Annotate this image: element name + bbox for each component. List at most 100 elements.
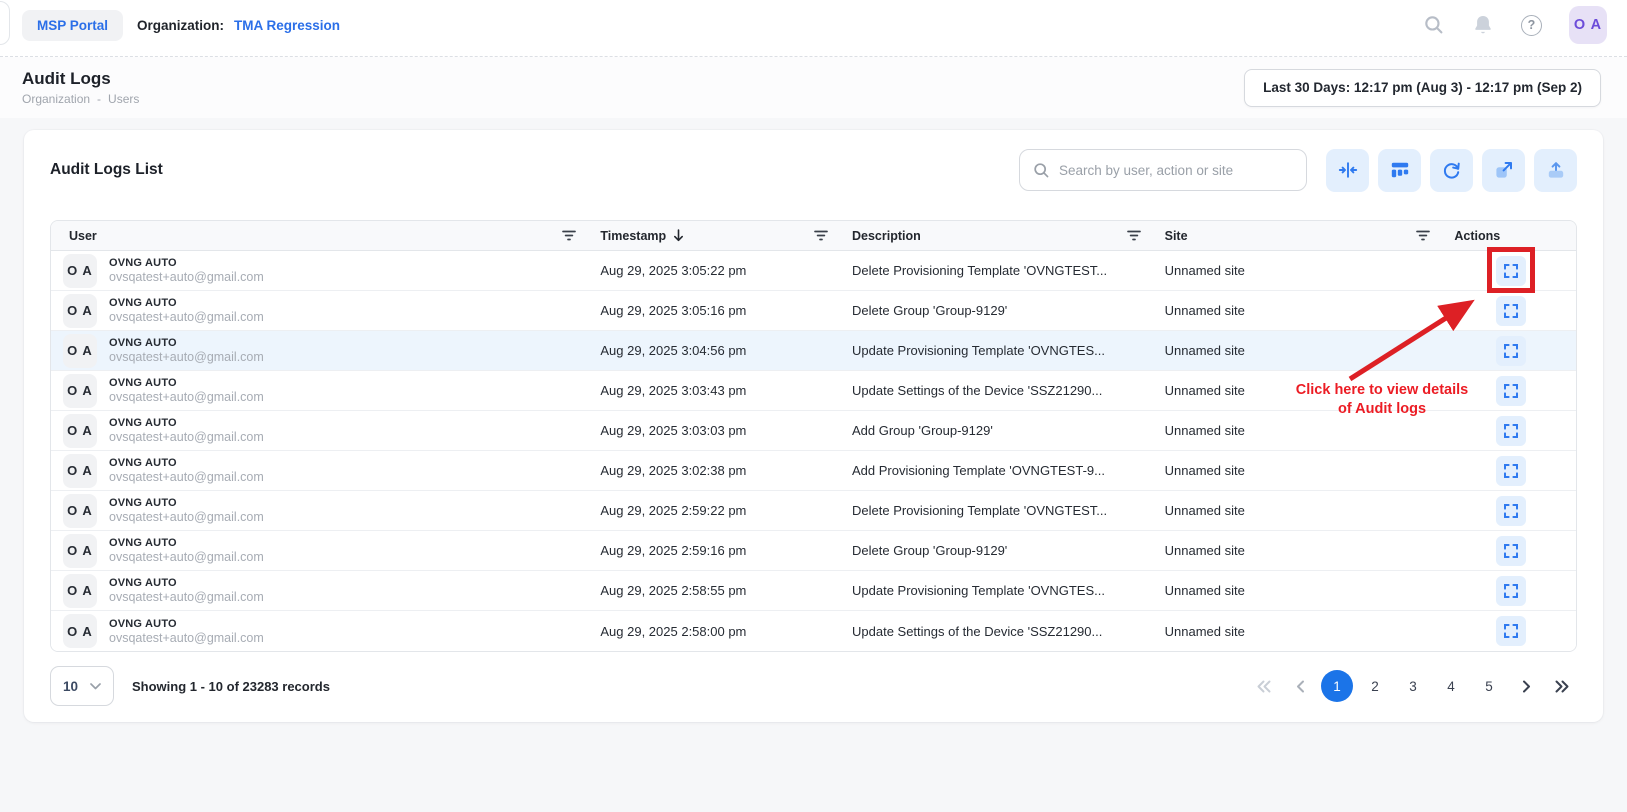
- card-footer: 10 Showing 1 - 10 of 23283 records: [50, 666, 1577, 706]
- user-email: ovsqatest+auto@gmail.com: [109, 550, 264, 564]
- view-details-button[interactable]: [1496, 456, 1526, 486]
- date-range-text: Last 30 Days: 12:17 pm (Aug 3) - 12:17 p…: [1263, 80, 1582, 95]
- timestamp-cell: Aug 29, 2025 3:05:22 pm: [592, 263, 844, 278]
- user-name: OVNG AUTO: [109, 297, 264, 309]
- row-avatar: O A: [63, 454, 97, 488]
- site-cell: Unnamed site: [1157, 303, 1447, 318]
- table-row: O A OVNG AUTO ovsqatest+auto@gmail.com A…: [51, 491, 1576, 531]
- open-in-new-button[interactable]: [1482, 149, 1525, 192]
- column-header-description[interactable]: Description: [844, 221, 1157, 250]
- first-page-button[interactable]: [1249, 671, 1279, 701]
- user-email: ovsqatest+auto@gmail.com: [109, 390, 264, 404]
- view-details-button[interactable]: [1496, 416, 1526, 446]
- page-button-5[interactable]: 5: [1473, 670, 1505, 702]
- column-header-user[interactable]: User: [51, 221, 592, 250]
- user-cell: O A OVNG AUTO ovsqatest+auto@gmail.com: [51, 414, 592, 448]
- site-cell: Unnamed site: [1157, 383, 1447, 398]
- view-details-button[interactable]: [1496, 536, 1526, 566]
- table-header-row: User Timestamp: [51, 221, 1576, 251]
- records-count-text: Showing 1 - 10 of 23283 records: [132, 679, 330, 694]
- row-avatar: O A: [63, 574, 97, 608]
- page-title: Audit Logs: [22, 69, 139, 89]
- description-cell: Update Settings of the Device 'SSZ21290.…: [844, 624, 1157, 639]
- filter-icon[interactable]: [1414, 228, 1432, 243]
- notifications-bell-icon[interactable]: [1472, 14, 1494, 37]
- filter-icon[interactable]: [560, 228, 578, 243]
- next-page-button[interactable]: [1511, 671, 1541, 701]
- user-name: OVNG AUTO: [109, 337, 264, 349]
- column-header-timestamp[interactable]: Timestamp: [592, 221, 844, 250]
- filter-icon[interactable]: [812, 228, 830, 243]
- breadcrumb-separator: -: [97, 92, 101, 106]
- view-details-button[interactable]: [1496, 256, 1526, 286]
- view-details-button[interactable]: [1496, 576, 1526, 606]
- table-row: O A OVNG AUTO ovsqatest+auto@gmail.com A…: [51, 531, 1576, 571]
- sidebar-collapse-handle[interactable]: [0, 1, 10, 45]
- page-button-4[interactable]: 4: [1435, 670, 1467, 702]
- description-cell: Update Provisioning Template 'OVNGTES...: [844, 343, 1157, 358]
- table-row: O A OVNG AUTO ovsqatest+auto@gmail.com A…: [51, 331, 1576, 371]
- collapse-columns-button[interactable]: [1326, 149, 1369, 192]
- export-button[interactable]: [1534, 149, 1577, 192]
- user-name: OVNG AUTO: [109, 257, 264, 269]
- description-cell: Add Group 'Group-9129': [844, 423, 1157, 438]
- timestamp-cell: Aug 29, 2025 3:03:43 pm: [592, 383, 844, 398]
- filter-icon[interactable]: [1125, 228, 1143, 243]
- row-avatar: O A: [63, 534, 97, 568]
- user-name: OVNG AUTO: [109, 457, 264, 469]
- organization-name-link[interactable]: TMA Regression: [234, 18, 340, 33]
- msp-portal-button[interactable]: MSP Portal: [22, 10, 123, 41]
- timestamp-cell: Aug 29, 2025 3:03:03 pm: [592, 423, 844, 438]
- timestamp-cell: Aug 29, 2025 2:59:22 pm: [592, 503, 844, 518]
- table-row: O A OVNG AUTO ovsqatest+auto@gmail.com A…: [51, 371, 1576, 411]
- table-row: O A OVNG AUTO ovsqatest+auto@gmail.com A…: [51, 411, 1576, 451]
- view-details-button[interactable]: [1496, 296, 1526, 326]
- page-header: Audit Logs Organization - Users Last 30 …: [0, 57, 1627, 118]
- card-toolbar: Audit Logs List: [50, 148, 1577, 192]
- view-details-button[interactable]: [1496, 496, 1526, 526]
- timestamp-cell: Aug 29, 2025 2:58:00 pm: [592, 624, 844, 639]
- page-button-1[interactable]: 1: [1321, 670, 1353, 702]
- view-details-button[interactable]: [1496, 616, 1526, 646]
- user-email: ovsqatest+auto@gmail.com: [109, 631, 264, 645]
- search-icon[interactable]: [1423, 14, 1445, 36]
- table-row: O A OVNG AUTO ovsqatest+auto@gmail.com A…: [51, 571, 1576, 611]
- timestamp-cell: Aug 29, 2025 3:05:16 pm: [592, 303, 844, 318]
- page-button-2[interactable]: 2: [1359, 670, 1391, 702]
- timestamp-cell: Aug 29, 2025 3:02:38 pm: [592, 463, 844, 478]
- user-name: OVNG AUTO: [109, 497, 264, 509]
- breadcrumb: Organization - Users: [22, 92, 139, 106]
- user-cell: O A OVNG AUTO ovsqatest+auto@gmail.com: [51, 574, 592, 608]
- table-row: O A OVNG AUTO ovsqatest+auto@gmail.com A…: [51, 611, 1576, 651]
- description-cell: Delete Provisioning Template 'OVNGTEST..…: [844, 263, 1157, 278]
- description-cell: Delete Provisioning Template 'OVNGTEST..…: [844, 503, 1157, 518]
- column-label: Actions: [1454, 229, 1500, 243]
- view-details-button[interactable]: [1496, 376, 1526, 406]
- site-cell: Unnamed site: [1157, 343, 1447, 358]
- refresh-button[interactable]: [1430, 149, 1473, 192]
- site-cell: Unnamed site: [1157, 624, 1447, 639]
- audit-logs-table: User Timestamp: [50, 220, 1577, 652]
- choose-columns-button[interactable]: [1378, 149, 1421, 192]
- column-label: Description: [852, 229, 921, 243]
- page-size-value: 10: [63, 679, 78, 694]
- last-page-button[interactable]: [1547, 671, 1577, 701]
- search-box: [1019, 149, 1307, 191]
- description-cell: Delete Group 'Group-9129': [844, 543, 1157, 558]
- page-button-3[interactable]: 3: [1397, 670, 1429, 702]
- date-range-picker[interactable]: Last 30 Days: 12:17 pm (Aug 3) - 12:17 p…: [1244, 69, 1601, 107]
- user-avatar[interactable]: O A: [1569, 6, 1607, 44]
- view-details-button[interactable]: [1496, 336, 1526, 366]
- row-avatar: O A: [63, 294, 97, 328]
- row-avatar: O A: [63, 614, 97, 648]
- pagination: 12345: [1249, 670, 1577, 702]
- user-email: ovsqatest+auto@gmail.com: [109, 430, 264, 444]
- search-input[interactable]: [1059, 163, 1293, 178]
- previous-page-button[interactable]: [1285, 671, 1315, 701]
- row-avatar: O A: [63, 494, 97, 528]
- user-name: OVNG AUTO: [109, 618, 264, 630]
- column-header-site[interactable]: Site: [1157, 221, 1447, 250]
- help-icon[interactable]: ?: [1521, 15, 1542, 36]
- page-size-select[interactable]: 10: [50, 666, 114, 706]
- table-body: O A OVNG AUTO ovsqatest+auto@gmail.com A…: [51, 251, 1576, 651]
